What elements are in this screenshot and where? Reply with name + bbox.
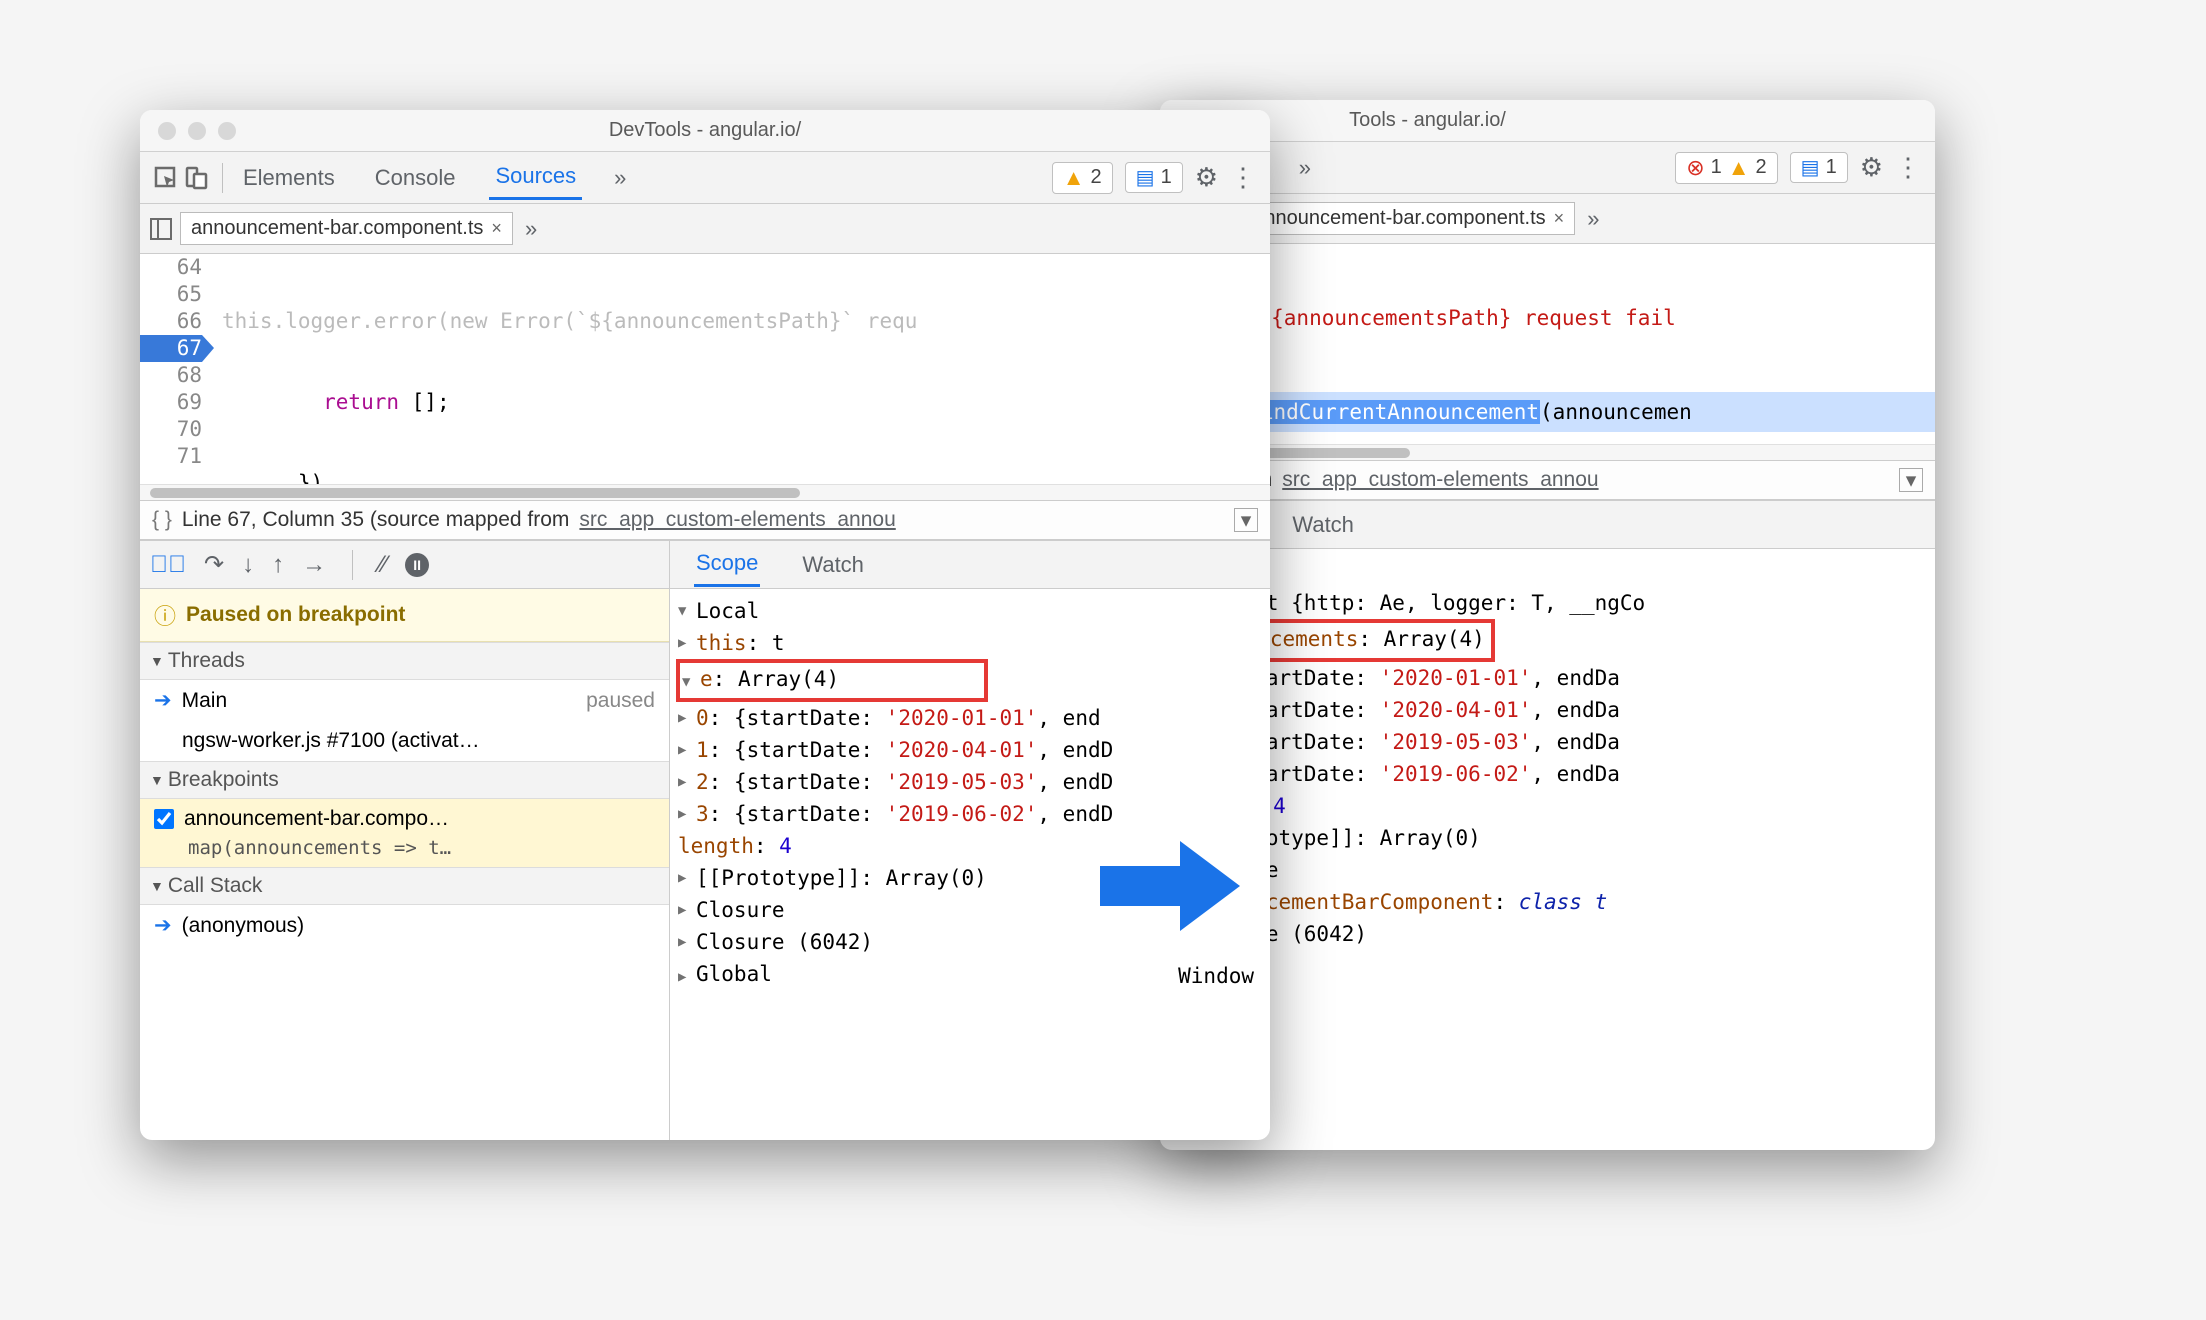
more-vertical-icon[interactable]: ⋮ bbox=[1230, 162, 1256, 193]
device-toggle-icon[interactable] bbox=[184, 166, 208, 190]
code-editor[interactable]: Error(`${announcementsPath} request fail… bbox=[1160, 244, 1935, 444]
divider bbox=[222, 163, 223, 193]
horizontal-scrollbar[interactable] bbox=[140, 484, 1270, 500]
dropdown-icon[interactable]: ▾ bbox=[1899, 468, 1923, 492]
tab-scope[interactable]: Scope bbox=[694, 542, 760, 587]
close-icon[interactable]: × bbox=[1554, 208, 1565, 229]
section-callstack[interactable]: ▼Call Stack bbox=[140, 867, 669, 905]
breakpoint-detail: map(announcements => t… bbox=[140, 835, 669, 867]
inspect-icon[interactable] bbox=[154, 166, 178, 190]
dropdown-icon[interactable]: ▾ bbox=[1234, 508, 1258, 532]
deactivate-breakpoints-icon[interactable]: ⁄⁄ bbox=[379, 551, 387, 579]
close-window-icon[interactable] bbox=[158, 122, 176, 140]
callstack-frame[interactable]: ➔ (anonymous) bbox=[140, 905, 669, 946]
window-title: DevTools - angular.io/ bbox=[140, 119, 1270, 142]
settings-icon[interactable]: ⚙ bbox=[1195, 162, 1218, 193]
file-tabstrip: d8.js announcement-bar.component.ts × » bbox=[1160, 194, 1935, 244]
more-tabs-icon[interactable]: » bbox=[1583, 206, 1603, 232]
error-icon: ⊗ bbox=[1686, 155, 1704, 181]
window-title: Tools - angular.io/ bbox=[1160, 109, 1935, 132]
devtools-window-left: DevTools - angular.io/ Elements Console … bbox=[140, 110, 1270, 1140]
step-icon[interactable]: → bbox=[302, 551, 326, 579]
comparison-arrow-icon bbox=[1100, 836, 1240, 936]
section-breakpoints[interactable]: ▼Breakpoints bbox=[140, 761, 669, 799]
active-thread-icon: ➔ bbox=[154, 688, 172, 713]
breakpoint-checkbox[interactable] bbox=[154, 809, 174, 829]
scope-watch-tabs: Scope Watch bbox=[670, 541, 1270, 589]
tab-elements[interactable]: Elements bbox=[237, 157, 341, 199]
step-over-icon[interactable]: ↷ bbox=[204, 550, 224, 579]
active-frame-icon: ➔ bbox=[154, 913, 172, 938]
window-controls bbox=[140, 122, 236, 140]
file-tabstrip: announcement-bar.component.ts × » bbox=[140, 204, 1270, 254]
message-icon: ▤ bbox=[1136, 165, 1155, 190]
messages-badge[interactable]: ▤1 bbox=[1125, 162, 1183, 193]
close-icon[interactable]: × bbox=[491, 218, 502, 239]
source-map-link[interactable]: src_app_custom-elements_annou bbox=[1282, 468, 1598, 492]
paused-banner: ⓘ Paused on breakpoint bbox=[140, 589, 669, 642]
warnings-badge[interactable]: ▲2 bbox=[1052, 162, 1113, 194]
status-bar: { } Line 67, Column 35 (source mapped fr… bbox=[140, 500, 1270, 540]
main-toolbar: Sources » ⊗1 ▲2 ▤1 ⚙ ⋮ bbox=[1160, 142, 1935, 194]
section-threads[interactable]: ▼Threads bbox=[140, 642, 669, 680]
messages-badge[interactable]: ▤1 bbox=[1790, 152, 1848, 183]
status-bar: apped from src_app_custom-elements_annou… bbox=[1160, 460, 1935, 500]
scope-watch-tabs: Scope Watch bbox=[1160, 501, 1935, 549]
message-icon: ▤ bbox=[1801, 155, 1820, 180]
breakpoint-entry[interactable]: announcement-bar.compo… bbox=[140, 799, 669, 835]
titlebar: DevTools - angular.io/ bbox=[140, 110, 1270, 152]
pause-on-exceptions-icon[interactable]: II bbox=[405, 553, 429, 577]
file-tab-announcement[interactable]: announcement-bar.component.ts × bbox=[1242, 202, 1575, 235]
step-out-icon[interactable]: ↑ bbox=[272, 551, 284, 579]
warning-icon: ▲ bbox=[1728, 155, 1750, 181]
tab-watch[interactable]: Watch bbox=[1290, 504, 1356, 546]
main-toolbar: Elements Console Sources » ▲2 ▤1 ⚙ ⋮ bbox=[140, 152, 1270, 204]
minimize-window-icon[interactable] bbox=[188, 122, 206, 140]
source-map-link[interactable]: src_app_custom-elements_annou bbox=[579, 508, 895, 532]
pretty-print-icon[interactable]: { } bbox=[152, 508, 172, 532]
debugger-sidebar: ▶⃒ ↷ ↓ ↑ → ⁄⁄ II ⓘ Paused on breakpoint … bbox=[140, 541, 670, 1140]
zoom-window-icon[interactable] bbox=[218, 122, 236, 140]
error-warn-badge[interactable]: ⊗1 ▲2 bbox=[1675, 152, 1777, 184]
thread-worker[interactable]: ngsw-worker.js #7100 (activat… bbox=[140, 721, 669, 761]
scope-tree[interactable]: ▼Local ▶this: t {http: Ae, logger: T, __… bbox=[1160, 549, 1935, 1150]
highlighted-variable: ▼e: Array(4) bbox=[676, 659, 988, 702]
tab-watch[interactable]: Watch bbox=[800, 544, 866, 586]
code-editor[interactable]: 64 65 66 67 68 69 70 71 this.logger.erro… bbox=[140, 254, 1270, 484]
devtools-window-right: Tools - angular.io/ Sources » ⊗1 ▲2 ▤1 ⚙… bbox=[1160, 100, 1935, 1150]
warning-icon: ▲ bbox=[1063, 165, 1085, 191]
more-tabs-icon[interactable]: » bbox=[1295, 155, 1315, 181]
debug-controls: ▶⃒ ↷ ↓ ↑ → ⁄⁄ II bbox=[140, 541, 669, 589]
navigator-toggle-icon[interactable] bbox=[150, 218, 172, 240]
thread-main[interactable]: ➔ Main paused bbox=[140, 680, 669, 721]
line-gutter: 64 65 66 67 68 69 70 71 bbox=[140, 254, 212, 470]
tab-console[interactable]: Console bbox=[369, 157, 462, 199]
settings-icon[interactable]: ⚙ bbox=[1860, 152, 1883, 183]
tab-sources[interactable]: Sources bbox=[489, 155, 582, 200]
resume-icon[interactable]: ▶⃒ bbox=[150, 551, 186, 579]
horizontal-scrollbar[interactable] bbox=[1160, 444, 1935, 460]
info-icon: ⓘ bbox=[154, 599, 176, 631]
more-tabs-icon[interactable]: » bbox=[610, 165, 630, 191]
file-tab-announcement[interactable]: announcement-bar.component.ts × bbox=[180, 212, 513, 245]
more-vertical-icon[interactable]: ⋮ bbox=[1895, 152, 1921, 183]
step-into-icon[interactable]: ↓ bbox=[242, 551, 254, 579]
titlebar: Tools - angular.io/ bbox=[1160, 100, 1935, 142]
more-tabs-icon[interactable]: » bbox=[521, 216, 541, 242]
